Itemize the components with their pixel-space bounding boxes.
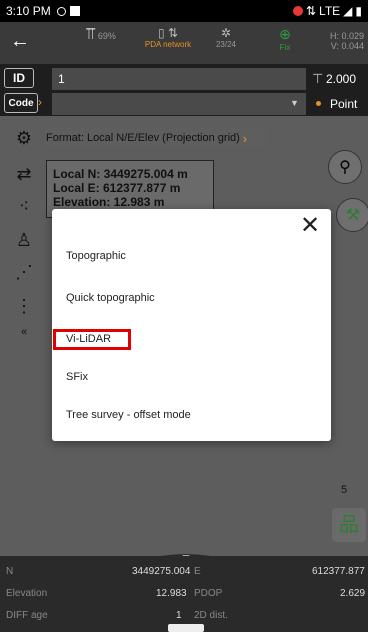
format-text: Format: Local N/E/Elev (Projection grid) (46, 132, 240, 144)
link-status[interactable]: ▯ ⇅ PDA network (138, 26, 198, 49)
back-button[interactable]: ← (10, 30, 30, 53)
fix-status[interactable]: ⊕ Fix (270, 26, 300, 52)
diff-label: DIFF age (6, 610, 48, 621)
close-icon: ✕ (299, 212, 321, 239)
height-icon: ⊤ (312, 71, 324, 86)
switch-button[interactable]: ⇄ (6, 160, 42, 188)
info-row-elev: Elevation 12.983 PDOP 2.629 (0, 584, 368, 604)
id-label: ID (4, 68, 34, 88)
survey-mode-dialog: ✕ Topographic Quick topographic Vi-LiDAR… (52, 209, 331, 441)
code-input[interactable] (52, 93, 306, 115)
status-time: 3:10 PM (6, 4, 51, 18)
stakeout-button[interactable]: ♙ (6, 226, 42, 254)
v-precision: V: 0.044 (330, 41, 364, 51)
height-value[interactable]: 2.000 (326, 72, 356, 86)
survey-button[interactable]: ⚒ (336, 198, 368, 232)
n-label: N (6, 566, 14, 577)
point-type-dot-icon (316, 101, 321, 106)
app-toolbar: ← ⫪ 69% ▯ ⇅ PDA network ✲ 23/24 ⊕ Fix H:… (0, 22, 368, 64)
battery-icon: ▮ (355, 4, 362, 18)
info-row-diff: DIFF age 1 2D dist. (0, 606, 368, 626)
h-precision: H: 0.029 (329, 31, 364, 41)
settings-button[interactable]: ⚙ (6, 124, 42, 152)
layer-count-badge[interactable]: 5 (334, 480, 354, 500)
points-icon: ⁖ (18, 195, 30, 216)
satellite-icon: ✲ (220, 26, 232, 40)
notification-icon (69, 6, 80, 16)
point-type-value[interactable]: Point (330, 97, 357, 111)
datalink-icon: ▯ ⇅ (158, 26, 178, 40)
option-topographic[interactable]: Topographic (66, 250, 126, 262)
e-label: E (194, 566, 201, 577)
collapse-button[interactable]: « (6, 318, 42, 346)
network-icon: 品 (339, 514, 359, 536)
wifi-icon: ⇅ (305, 4, 317, 18)
satellite-status[interactable]: ✲ 23/24 (206, 26, 246, 49)
record-icon (56, 6, 66, 16)
elevation: Elevation: 12.983 m (53, 195, 165, 209)
fix-label: Fix (279, 43, 291, 52)
more-vert-icon: ⋮ (15, 295, 33, 316)
option-quick-topographic[interactable]: Quick topographic (66, 292, 155, 304)
location-pin-icon: ⚲ (339, 159, 351, 176)
elev-label: Elevation (6, 588, 48, 599)
recording-icon (292, 6, 303, 16)
point-input-rows: ID 1 ⊤ 2.000 Code › ▼ Point (0, 64, 368, 116)
n-value: 3449275.004 (132, 566, 191, 577)
diff-value: 1 (176, 610, 182, 621)
measure-button[interactable]: ⚲ (328, 150, 362, 184)
option-vi-lidar[interactable]: Vi-LiDAR (66, 333, 111, 345)
format-selector[interactable]: Format: Local N/E/Elev (Projection grid)… (44, 128, 268, 148)
precision-readout: H: 0.029 V: 0.044 (312, 31, 364, 51)
option-tree-survey[interactable]: Tree survey - offset mode (66, 409, 191, 421)
status-bar: 3:10 PM ⇅ LTE ◢ ▮ (0, 0, 368, 22)
code-label-text: Code (8, 97, 34, 109)
dist-label: 2D dist. (194, 610, 228, 621)
code-row: Code › ▼ Point (0, 92, 368, 116)
link-label: PDA network (144, 40, 192, 49)
device-status[interactable]: ⫪ 69% (86, 26, 116, 44)
gear-icon: ⚙ (15, 127, 33, 148)
close-button[interactable]: ✕ (299, 212, 321, 239)
option-sfix[interactable]: SFix (66, 371, 88, 383)
battery-percent: 69% (97, 31, 116, 41)
pdop-value: 2.629 (340, 588, 366, 599)
double-chevron-up-icon: « (20, 326, 28, 338)
e-value: 612377.877 (312, 566, 365, 577)
code-label: Code (4, 93, 38, 113)
code-chevron-icon[interactable]: › (38, 95, 42, 109)
more-button[interactable]: ⋮ (6, 292, 42, 320)
dropdown-icon[interactable]: ▼ (290, 98, 299, 108)
line-button[interactable]: ⋰ (6, 258, 42, 286)
chevron-right-icon: › (242, 130, 248, 146)
collect-button[interactable]: 品 (332, 508, 366, 542)
back-arrow-icon: ← (10, 30, 30, 52)
bottom-info-panel: N 3449275.004 E 612377.877 Elevation 12.… (0, 556, 368, 632)
info-row-ne: N 3449275.004 E 612377.877 (0, 562, 368, 582)
elev-value: 12.983 (156, 588, 187, 599)
swap-icon: ⇄ (16, 163, 32, 184)
line-icon: ⋰ (15, 261, 33, 282)
points-button[interactable]: ⁖ (6, 192, 42, 220)
stakeout-icon: ♙ (15, 229, 33, 250)
id-input[interactable]: 1 (52, 68, 306, 90)
local-n: Local N: 3449275.004 m (53, 167, 188, 181)
signal-icon: ◢ (343, 4, 353, 18)
crosshair-icon: ⊕ (279, 26, 291, 42)
id-row: ID 1 ⊤ 2.000 (0, 67, 368, 91)
antenna-icon: ⫪ (86, 26, 96, 43)
survey-pole-icon: ⚒ (345, 207, 361, 224)
satellite-count: 23/24 (215, 40, 237, 49)
gesture-bar[interactable] (168, 624, 204, 632)
local-e: Local E: 612377.877 m (53, 181, 181, 195)
network-type: LTE (319, 4, 341, 18)
pdop-label: PDOP (194, 588, 223, 599)
